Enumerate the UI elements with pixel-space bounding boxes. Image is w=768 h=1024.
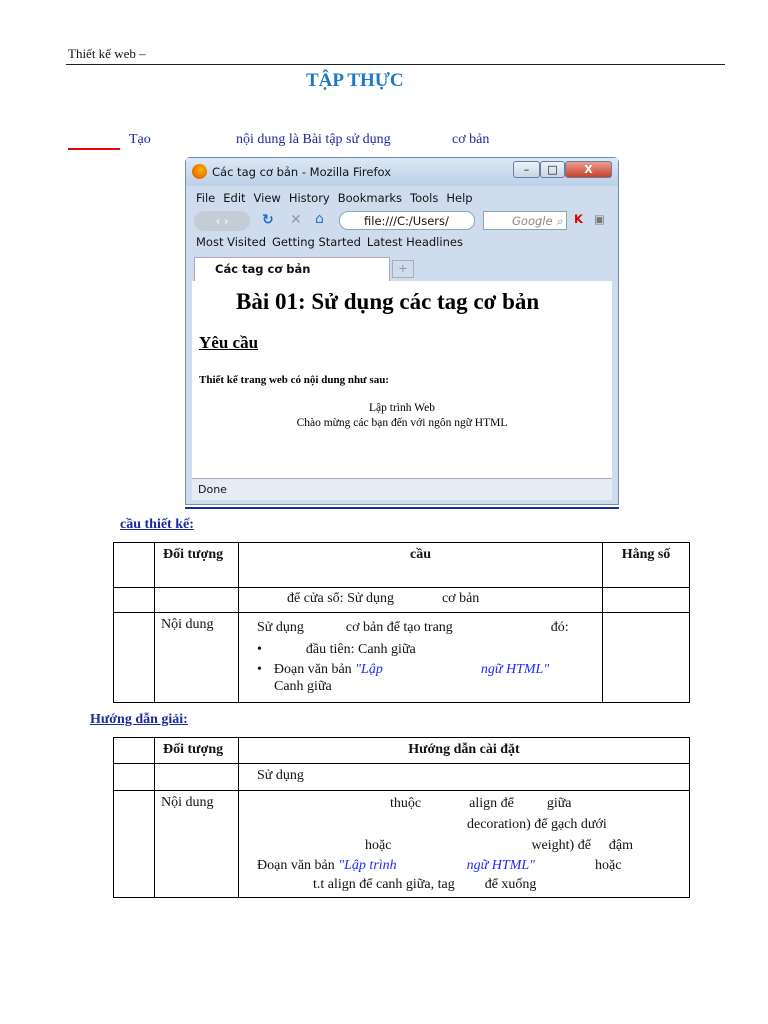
- tab-label: Các tag cơ bản: [215, 262, 311, 276]
- guide-text: giữa: [546, 796, 572, 811]
- browser-window: Các tag cơ bản - Mozilla Firefox – □ X F…: [185, 157, 619, 505]
- header-object: Đối tượng: [154, 542, 239, 588]
- req-text: cơ bản để tạo trang: [345, 620, 453, 635]
- table-row: để cửa sổ: Sử dụng cơ bản: [113, 587, 690, 613]
- design-table: Đối tượng cầu Hằng số để cửa sổ: Sử dụng…: [113, 542, 690, 703]
- home-icon[interactable]: ⌂: [315, 211, 324, 227]
- page-line1: Lập trình Web: [369, 402, 435, 414]
- guide-text: hoặc: [365, 838, 392, 853]
- bullet-2: Đoạn văn bản: [273, 662, 352, 677]
- page-title: TẬP THỰC: [306, 70, 404, 91]
- table-row: Nội dung Sử dụng cơ bản để tạo trang đó: •…: [113, 612, 690, 703]
- intro-text-b: nội dung là Bài tập sử dụng: [236, 132, 391, 147]
- url-bar[interactable]: file:///C:/Users/: [339, 211, 475, 230]
- close-button[interactable]: X: [565, 161, 612, 178]
- header-object: Đối tượng: [154, 737, 239, 764]
- title-bar: Các tag cơ bản - Mozilla Firefox – □ X: [186, 158, 618, 186]
- guide-text: decoration) để gạch dưới: [467, 817, 607, 832]
- row1-text: để cửa sổ: Sử dụng: [287, 591, 394, 606]
- new-tab-button[interactable]: +: [392, 260, 414, 278]
- bookmark-getting-started[interactable]: Getting Started: [272, 235, 361, 253]
- window-title: Các tag cơ bản - Mozilla Firefox: [212, 165, 392, 179]
- blue-divider: [185, 507, 619, 509]
- menu-edit[interactable]: Edit: [223, 191, 245, 205]
- kaspersky-icon[interactable]: K: [574, 212, 583, 226]
- guide-table: Đối tượng Hướng dẫn cài đặt Sử dụng Nội …: [113, 737, 690, 898]
- menu-file[interactable]: File: [196, 191, 215, 205]
- section1-heading: cầu thiết kế:: [120, 517, 194, 532]
- url-text: file:///C:/Users/: [364, 214, 449, 228]
- menu-tools[interactable]: Tools: [410, 191, 438, 205]
- page-line2: Chào mừng các bạn đến với ngôn ngữ HTML: [296, 417, 508, 429]
- bullet-1: đầu tiên: Canh giữa: [305, 642, 416, 657]
- guide-text: t.t align để canh giữa, tag: [313, 877, 455, 892]
- addon-icon[interactable]: ▣: [594, 212, 605, 226]
- page-paragraph: Thiết kế trang web có nội dung như sau:: [199, 374, 389, 386]
- search-placeholder: Google: [512, 214, 553, 228]
- bullet-2-quote-end: ngữ HTML": [480, 662, 550, 677]
- table-header-row: Đối tượng Hướng dẫn cài đặt: [113, 737, 690, 764]
- header-guide: Hướng dẫn cài đặt: [238, 737, 690, 764]
- guide-text: để xuống: [484, 877, 537, 892]
- page-h1: Bài 01: Sử dụng các tag cơ bản: [236, 289, 540, 314]
- section2-heading: Hướng dẫn giải:: [90, 712, 188, 727]
- table-header-row: Đối tượng cầu Hằng số: [113, 542, 690, 588]
- page-header: Thiết kế web –: [68, 46, 146, 61]
- intro-text-a: Tạo: [129, 132, 151, 147]
- intro-text-c: cơ bản: [452, 132, 490, 147]
- guide-text: đậm: [608, 838, 634, 853]
- menu-help[interactable]: Help: [446, 191, 472, 205]
- row1-text: Sử dụng: [238, 763, 690, 791]
- red-underline: [68, 148, 120, 150]
- status-text: Done: [198, 483, 227, 496]
- status-bar: Done: [192, 478, 612, 500]
- firefox-logo-icon: [192, 164, 207, 179]
- table-row: Sử dụng: [113, 763, 690, 791]
- menu-bar: File Edit View History Bookmarks Tools H…: [186, 188, 618, 208]
- bookmark-most-visited[interactable]: Most Visited: [196, 235, 266, 253]
- row2-guide: thuộc align để giữa decoration) để gạch dư…: [238, 790, 690, 898]
- row2-object: Nội dung: [154, 790, 239, 898]
- menu-bookmarks[interactable]: Bookmarks: [338, 191, 402, 205]
- minimize-button[interactable]: –: [513, 161, 540, 178]
- bullet-2-quote: "Lập: [355, 662, 383, 677]
- guide-text: Đoạn văn bản: [257, 858, 335, 873]
- header-divider: [66, 64, 725, 65]
- guide-text: hoặc: [595, 858, 622, 873]
- maximize-button[interactable]: □: [540, 161, 565, 178]
- stop-icon[interactable]: ✕: [290, 212, 302, 228]
- row1-text-b: cơ bản: [441, 591, 480, 606]
- bookmark-latest-headlines[interactable]: Latest Headlines: [367, 235, 463, 253]
- row2-requirement: Sử dụng cơ bản để tạo trang đó: • đầu tiên:…: [238, 612, 603, 703]
- search-input[interactable]: Google ⌕: [483, 211, 567, 230]
- guide-quote-end: ngữ HTML": [466, 858, 536, 873]
- reload-icon[interactable]: ↻: [262, 212, 274, 228]
- menu-view[interactable]: View: [254, 191, 281, 205]
- back-forward-button[interactable]: ‹ ›: [194, 211, 250, 231]
- req-text: Sử dụng: [257, 620, 304, 635]
- page-h2: Yêu cầu: [199, 333, 259, 352]
- row2-object: Nội dung: [154, 612, 239, 703]
- tab-active[interactable]: Các tag cơ bản: [194, 257, 390, 281]
- bookmarks-toolbar: Most Visited Getting Started Latest Head…: [186, 235, 618, 253]
- header-constant: Hằng số: [602, 542, 690, 588]
- menu-history[interactable]: History: [289, 191, 330, 205]
- header-requirement: cầu: [238, 542, 603, 588]
- req-text: đó:: [550, 620, 569, 635]
- bullet-2-align: Canh giữa: [274, 679, 332, 694]
- page-content: Bài 01: Sử dụng các tag cơ bản Yêu cầu T…: [192, 281, 612, 478]
- nav-toolbar: ‹ › ↻ ✕ ⌂ file:///C:/Users/ Google ⌕ K ▣: [186, 209, 618, 233]
- table-row: Nội dung thuộc align để giữa decoration) đ…: [113, 790, 690, 898]
- guide-text: align để: [469, 796, 514, 811]
- guide-quote: "Lập trình: [338, 858, 397, 873]
- guide-text: thuộc: [390, 796, 422, 811]
- guide-text: weight) để: [531, 838, 591, 853]
